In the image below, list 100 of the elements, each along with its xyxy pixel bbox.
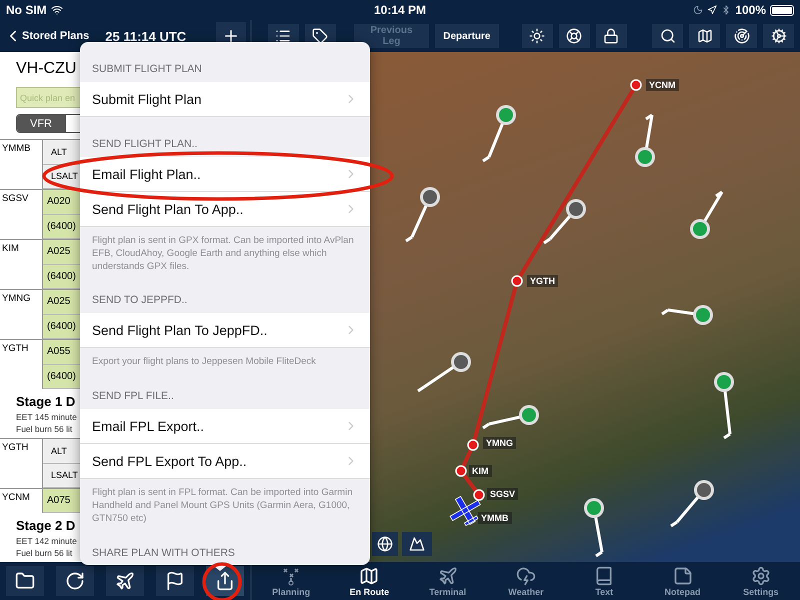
waypoint-cell: SGSV bbox=[0, 190, 43, 239]
waypoint-dot[interactable] bbox=[455, 465, 467, 477]
stage-detail: Fuel burn 56 lit bbox=[16, 424, 72, 436]
settings-button[interactable] bbox=[763, 24, 794, 48]
menu-item[interactable]: Email FPL Export.. bbox=[80, 409, 370, 444]
map-icon bbox=[359, 566, 380, 586]
section-header: SUBMIT FLIGHT PLAN bbox=[92, 63, 202, 75]
map-list-button[interactable] bbox=[689, 24, 720, 48]
weather-station-marker[interactable] bbox=[661, 305, 713, 325]
waypoint-cell: YGTH bbox=[0, 439, 43, 488]
refresh-button[interactable] bbox=[56, 566, 94, 596]
section-header: SHARE PLAN WITH OTHERS bbox=[92, 546, 235, 559]
flag-button[interactable] bbox=[156, 566, 194, 596]
tag-icon bbox=[312, 28, 328, 44]
lock-icon bbox=[603, 28, 620, 44]
note-icon bbox=[672, 566, 693, 586]
menu-item[interactable]: Send Flight Plan To App.. bbox=[80, 192, 370, 227]
menu-item[interactable]: Email Flight Plan.. bbox=[80, 157, 370, 192]
stage-detail: EET 142 minute bbox=[16, 536, 77, 548]
tab[interactable]: Settings bbox=[722, 562, 800, 600]
radar-button[interactable] bbox=[726, 24, 758, 48]
lifebuoy-button[interactable] bbox=[558, 24, 590, 48]
weather-station-marker[interactable] bbox=[482, 405, 539, 430]
carrier-text: No SIM bbox=[6, 3, 47, 17]
weather-station-marker[interactable] bbox=[714, 372, 734, 440]
bluetooth-icon bbox=[721, 5, 732, 15]
tab[interactable]: Text bbox=[565, 562, 644, 600]
battery-icon bbox=[770, 4, 794, 16]
folder-icon bbox=[15, 571, 35, 591]
sun-icon bbox=[529, 28, 546, 44]
weather-station-marker[interactable] bbox=[543, 199, 586, 244]
waypoint-dot[interactable] bbox=[473, 489, 485, 501]
waypoint-label: YCNM bbox=[646, 79, 678, 91]
weather-station-marker[interactable] bbox=[690, 190, 724, 239]
location-icon bbox=[707, 5, 718, 15]
list-icon bbox=[275, 28, 292, 44]
tab[interactable]: En Route bbox=[330, 562, 409, 600]
leg-button[interactable]: Departure bbox=[435, 24, 498, 48]
stage-title: Stage 2 D bbox=[16, 518, 76, 535]
waypoint-cell: YMNG bbox=[0, 290, 43, 339]
battery-percent: 100% bbox=[735, 3, 766, 17]
radar-icon bbox=[734, 28, 750, 44]
globe-button[interactable] bbox=[372, 532, 398, 556]
book-icon bbox=[594, 566, 614, 586]
tab[interactable]: Terminal bbox=[408, 562, 487, 600]
waypoint-label: KIM bbox=[469, 465, 492, 477]
clock-text: 10:14 PM bbox=[374, 3, 426, 17]
section-header: SEND FPL FILE.. bbox=[92, 390, 174, 402]
stage-detail: EET 145 minute bbox=[16, 412, 77, 424]
waypoint-label: YGTH bbox=[527, 275, 558, 287]
map-icon bbox=[696, 28, 713, 44]
waypoint-label: YMMB bbox=[478, 512, 512, 524]
waypoint-label: YMNG bbox=[483, 437, 516, 449]
tab[interactable]: Notepad bbox=[643, 562, 722, 600]
refresh-icon bbox=[65, 571, 85, 591]
waypoint-dot[interactable] bbox=[630, 79, 642, 91]
menu-item[interactable]: Send Flight Plan To JeppFD.. bbox=[80, 313, 370, 348]
satellite-map[interactable] bbox=[370, 52, 800, 562]
search-button[interactable] bbox=[652, 24, 684, 48]
menu-item[interactable]: Send FPL Export To App.. bbox=[80, 444, 370, 480]
tab[interactable]: Planning bbox=[252, 562, 330, 600]
mountain-icon bbox=[409, 536, 425, 552]
flight-rules-segment[interactable]: VFR bbox=[17, 115, 65, 132]
cloud-lightning-icon bbox=[516, 566, 536, 586]
waypoint-label: SGSV bbox=[487, 488, 518, 500]
search-icon bbox=[660, 28, 676, 44]
back-button[interactable]: Stored Plans bbox=[4, 27, 90, 45]
folder-button[interactable] bbox=[6, 566, 44, 596]
brightness-button[interactable] bbox=[522, 24, 553, 48]
lock-button[interactable] bbox=[596, 24, 627, 48]
aircraft-icon bbox=[450, 496, 481, 526]
weather-station-marker[interactable] bbox=[417, 352, 471, 392]
waypoint-dot[interactable] bbox=[467, 439, 479, 451]
globe-icon bbox=[377, 536, 393, 552]
settings-icon bbox=[770, 28, 787, 44]
tab[interactable]: Weather bbox=[486, 562, 566, 600]
weather-station-marker[interactable] bbox=[584, 498, 604, 558]
weather-station-marker[interactable] bbox=[635, 114, 655, 167]
section-header: SEND TO JEPPFD.. bbox=[92, 294, 188, 306]
stage-title: Stage 1 D bbox=[16, 394, 76, 411]
lifebuoy-icon bbox=[566, 28, 582, 44]
share-icon bbox=[215, 571, 235, 591]
plane-button[interactable] bbox=[106, 566, 144, 596]
stage-detail: Fuel burn 56 lit bbox=[16, 548, 72, 560]
waypoint-dot[interactable] bbox=[511, 275, 523, 287]
weather-station-marker[interactable] bbox=[405, 187, 440, 242]
plane-icon bbox=[115, 571, 135, 591]
waypoint-cell: YGTH bbox=[0, 340, 43, 389]
waypoint-cell: YCNM bbox=[0, 489, 43, 513]
weather-station-marker[interactable] bbox=[670, 480, 714, 528]
terrain-profile-button[interactable] bbox=[402, 532, 432, 556]
plane-icon bbox=[438, 566, 458, 586]
waypoint-cell: KIM bbox=[0, 240, 43, 289]
settings-icon bbox=[750, 566, 771, 586]
utc-time: 25 11:14 UTC bbox=[105, 28, 188, 44]
waypoint-cell: YMMB bbox=[0, 140, 43, 189]
flag-icon bbox=[165, 571, 185, 591]
weather-station-marker[interactable] bbox=[482, 105, 516, 162]
menu-item[interactable]: Submit Flight Plan bbox=[80, 82, 370, 117]
moon-icon bbox=[693, 5, 704, 15]
